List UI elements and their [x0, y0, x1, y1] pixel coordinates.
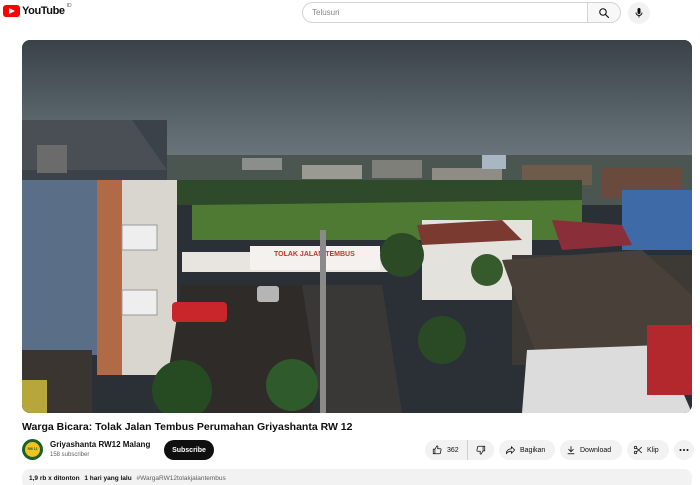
share-label: Bagikan [520, 446, 546, 454]
search-input[interactable]: Telusuri [302, 2, 588, 23]
subscriber-count: 158 subscriber [50, 452, 90, 458]
hashtag-link[interactable]: #WargaRW12tolakjalantembus [137, 475, 226, 482]
scissors-icon [633, 445, 643, 455]
video-frame: TOLAK JALAN TEMBUS [22, 40, 692, 413]
search-placeholder: Telusuri [312, 8, 340, 17]
youtube-logo[interactable]: YouTube ID [3, 3, 72, 17]
share-button[interactable]: Bagikan [499, 440, 555, 460]
video-player[interactable]: TOLAK JALAN TEMBUS [22, 40, 692, 413]
like-dislike-group: 362 [425, 440, 494, 460]
download-icon [567, 446, 575, 455]
view-count: 1,9 rb x ditonton [29, 475, 80, 482]
youtube-watch-page: YouTube ID Telusuri TOLAK JALAN TEMBUS W… [0, 0, 700, 485]
description-box[interactable]: 1,9 rb x ditonton 1 hari yang lalu #Warg… [22, 469, 692, 485]
channel-avatar[interactable]: RW 12 [22, 439, 43, 460]
download-button[interactable]: Download [560, 440, 622, 460]
like-button[interactable]: 362 [425, 440, 468, 460]
search-button[interactable] [587, 2, 621, 23]
thumbs-up-icon [432, 445, 442, 455]
subscribe-button[interactable]: Subscribe [164, 440, 214, 460]
dislike-button[interactable] [468, 440, 494, 460]
search-icon [599, 7, 610, 18]
channel-name[interactable]: Griyashanta RW12 Malang [50, 440, 150, 449]
share-arrow-icon [505, 446, 516, 455]
logo-text: YouTube [22, 5, 65, 17]
avatar-logo: RW 12 [25, 442, 40, 457]
clip-button[interactable]: Klip [627, 440, 669, 460]
masthead: YouTube ID Telusuri [0, 0, 700, 26]
microphone-icon [635, 8, 643, 18]
youtube-play-icon [3, 5, 20, 17]
video-title: Warga Bicara: Tolak Jalan Tembus Perumah… [22, 421, 353, 433]
upload-date: 1 hari yang lalu [84, 475, 132, 482]
clip-label: Klip [647, 446, 659, 454]
voice-search-button[interactable] [628, 2, 650, 24]
protest-banner-text: TOLAK JALAN TEMBUS [274, 251, 355, 258]
more-horizontal-icon [679, 449, 689, 451]
thumbs-down-icon [476, 445, 486, 455]
avatar-text: RW 12 [27, 446, 38, 451]
more-actions-button[interactable] [674, 440, 694, 460]
like-count: 362 [447, 446, 459, 454]
logo-country-code: ID [66, 3, 72, 9]
download-label: Download [580, 446, 612, 454]
